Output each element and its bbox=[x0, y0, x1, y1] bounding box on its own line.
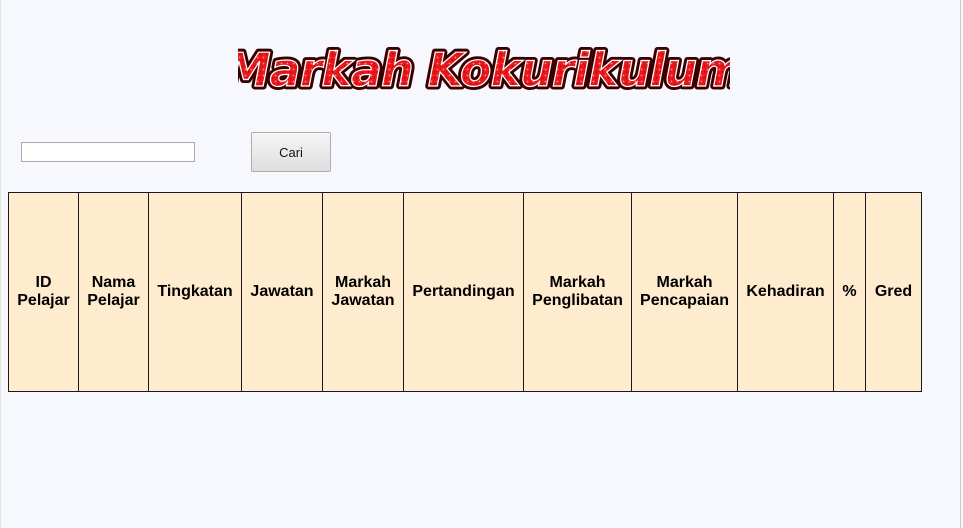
column-header-id-pelajar: ID Pelajar bbox=[8, 192, 79, 392]
column-header-jawatan: Jawatan bbox=[241, 192, 323, 392]
window-edge-left bbox=[0, 0, 1, 528]
column-header-nama-pelajar: Nama Pelajar bbox=[78, 192, 149, 392]
page-title: Markah Kokurikulum Markah Kokurikulum bbox=[238, 32, 730, 104]
grades-table: ID Pelajar Nama Pelajar Tingkatan Jawata… bbox=[8, 192, 922, 392]
search-button[interactable]: Cari bbox=[251, 132, 331, 172]
column-header-pertandingan: Pertandingan bbox=[403, 192, 524, 392]
column-header-markah-pencapaian: Markah Pencapaian bbox=[631, 192, 738, 392]
window-edge-right bbox=[960, 0, 961, 528]
column-header-percent: % bbox=[833, 192, 866, 392]
column-header-markah-penglibatan: Markah Penglibatan bbox=[523, 192, 632, 392]
page-title-graphic: Markah Kokurikulum Markah Kokurikulum bbox=[238, 40, 730, 101]
page-title-text: Markah Kokurikulum bbox=[238, 43, 730, 97]
column-header-kehadiran: Kehadiran bbox=[737, 192, 834, 392]
table-header-row: ID Pelajar Nama Pelajar Tingkatan Jawata… bbox=[8, 192, 922, 392]
column-header-markah-jawatan: Markah Jawatan bbox=[322, 192, 404, 392]
search-input[interactable] bbox=[21, 142, 195, 162]
column-header-gred: Gred bbox=[865, 192, 922, 392]
column-header-tingkatan: Tingkatan bbox=[148, 192, 242, 392]
